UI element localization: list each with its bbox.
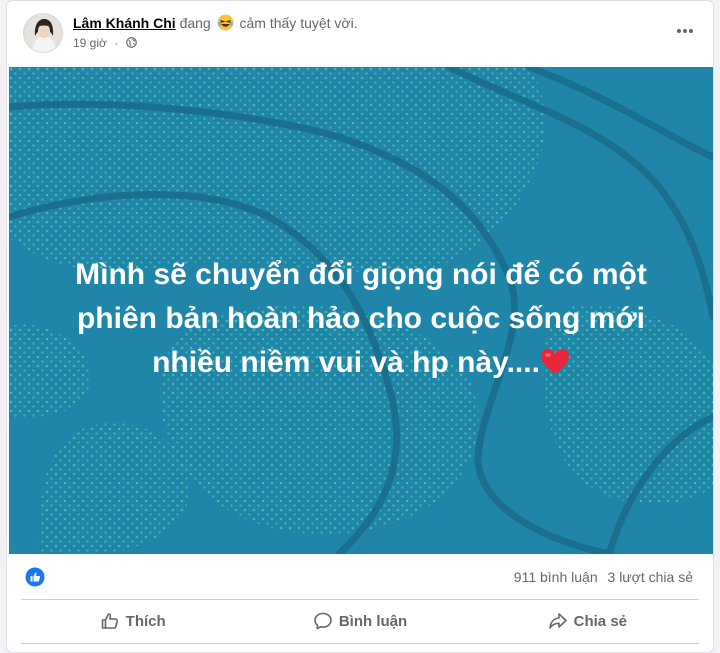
laughing-face-icon (217, 14, 234, 31)
more-options-icon (677, 29, 693, 33)
feeling-text: cảm thấy tuyệt vời. (239, 15, 358, 31)
like-reaction-icon[interactable] (25, 567, 45, 587)
like-label: Thích (125, 612, 166, 630)
comment-bubble-icon (314, 612, 332, 630)
post-header: Lâm Khánh Chi đang cảm thấy tuyệt vời. 1… (7, 1, 713, 63)
author-line: Lâm Khánh Chi đang cảm thấy tuyệt vời. (73, 14, 358, 32)
like-button[interactable]: Thích (19, 604, 246, 638)
engagement-counts: 911 bình luận 3 lượt chia sẻ (514, 569, 693, 585)
reactions-bar: 911 bình luận 3 lượt chia sẻ (7, 557, 713, 597)
post-meta: 19 giờ · (73, 35, 137, 51)
bottom-divider (21, 643, 699, 644)
comment-count[interactable]: 911 bình luận (514, 569, 598, 585)
post-status-text: Mình sẽ chuyển đổi giọng nói để có một p… (9, 253, 713, 385)
share-label: Chia sẻ (573, 612, 627, 630)
share-count[interactable]: 3 lượt chia sẻ (608, 569, 693, 585)
author-name[interactable]: Lâm Khánh Chi (73, 15, 176, 31)
post-background-image[interactable]: Mình sẽ chuyển đổi giọng nói để có một p… (9, 67, 713, 554)
meta-separator: · (114, 36, 119, 50)
feeling-verb: đang (179, 15, 211, 31)
share-button[interactable]: Chia sẻ (474, 604, 701, 638)
red-heart-icon (540, 345, 570, 374)
post-time[interactable]: 19 giờ (73, 36, 107, 50)
action-bar: Thích Bình luận Chia sẻ (19, 604, 701, 638)
comment-button[interactable]: Bình luận (246, 604, 473, 638)
avatar[interactable] (23, 13, 63, 53)
divider (21, 599, 699, 600)
post-card: Lâm Khánh Chi đang cảm thấy tuyệt vời. 1… (6, 0, 714, 653)
more-options-button[interactable] (671, 19, 699, 43)
comment-label: Bình luận (338, 612, 408, 630)
globe-icon[interactable] (125, 36, 137, 48)
thumbs-up-icon (101, 613, 118, 629)
share-arrow-icon (548, 613, 567, 629)
